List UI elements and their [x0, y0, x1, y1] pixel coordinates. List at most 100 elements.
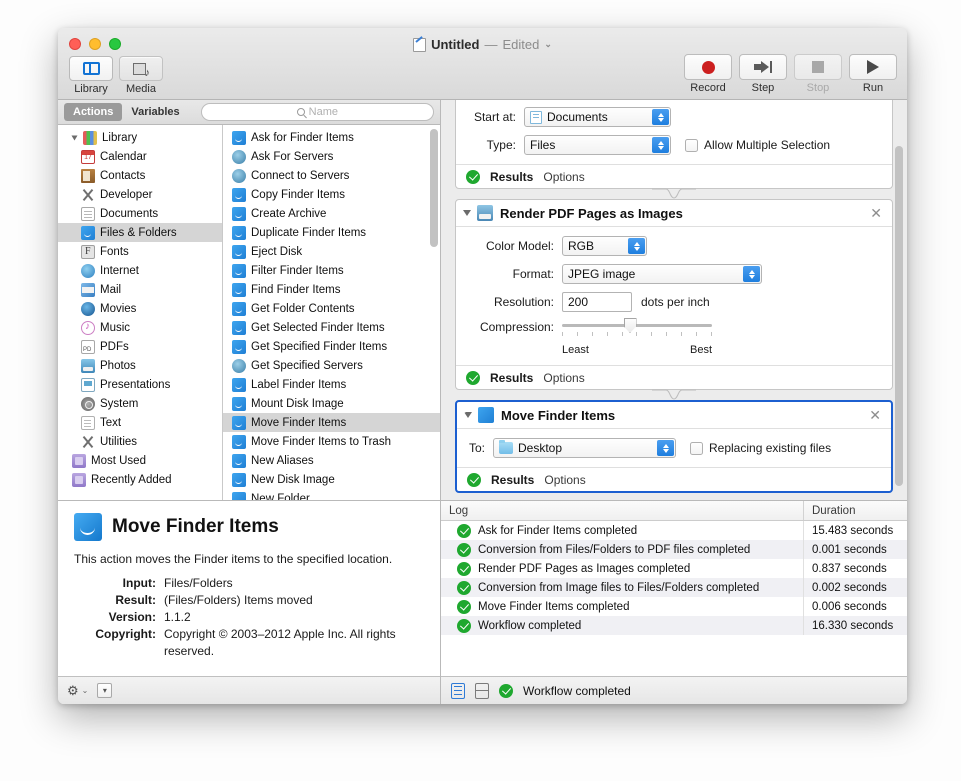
- results-disclosure[interactable]: Results: [490, 371, 533, 385]
- close-icon[interactable]: ✕: [870, 205, 884, 222]
- action-list-item[interactable]: Ask For Servers: [223, 147, 440, 166]
- action-list-item[interactable]: Get Selected Finder Items: [223, 318, 440, 337]
- options-disclosure[interactable]: Options: [544, 473, 585, 487]
- category-item-movies[interactable]: Movies: [58, 299, 222, 318]
- compression-slider[interactable]: [562, 318, 712, 336]
- log-row[interactable]: Render PDF Pages as Images completed 0.83…: [441, 559, 907, 578]
- workflow-scrollbar[interactable]: [895, 104, 903, 494]
- slider-knob[interactable]: [623, 318, 637, 333]
- action-list-item[interactable]: Mount Disk Image: [223, 394, 440, 413]
- step-button[interactable]: Step: [739, 54, 787, 94]
- action-list-item[interactable]: Filter Finder Items: [223, 261, 440, 280]
- close-icon[interactable]: ✕: [869, 407, 883, 424]
- category-item-contacts[interactable]: Contacts: [58, 166, 222, 185]
- actions-list[interactable]: Ask for Finder Items Ask For Servers Conne…: [223, 125, 440, 500]
- popup-button[interactable]: JPEG image: [562, 264, 762, 284]
- category-list[interactable]: Library Calendar Contacts Developer Document…: [58, 125, 223, 500]
- action-list-item[interactable]: Eject Disk: [223, 242, 440, 261]
- category-item-utilities[interactable]: Utilities: [58, 432, 222, 451]
- workflow-action-ask-for-finder-items[interactable]: Ask for Finder ItemsStart at:DocumentsTy…: [455, 100, 893, 189]
- action-list-item[interactable]: Get Specified Finder Items: [223, 337, 440, 356]
- popup-button[interactable]: RGB: [562, 236, 647, 256]
- action-list-item[interactable]: New Folder: [223, 489, 440, 500]
- action-list-item[interactable]: New Aliases: [223, 451, 440, 470]
- gear-icon[interactable]: ⚙: [67, 683, 79, 699]
- actions-list-scrollbar[interactable]: [430, 129, 438, 496]
- action-list-item[interactable]: Create Archive: [223, 204, 440, 223]
- category-item-text[interactable]: Text: [58, 413, 222, 432]
- action-list-item[interactable]: Connect to Servers: [223, 166, 440, 185]
- results-disclosure[interactable]: Results: [491, 473, 534, 487]
- action-list-item[interactable]: Get Folder Contents: [223, 299, 440, 318]
- action-list-item[interactable]: Copy Finder Items: [223, 185, 440, 204]
- category-item-presentations[interactable]: Presentations: [58, 375, 222, 394]
- title-chevron-down-icon[interactable]: ⌄: [544, 39, 552, 50]
- gear-chevron-down-icon[interactable]: ⌄: [82, 686, 89, 695]
- checkbox-group[interactable]: Replacing existing files: [690, 441, 831, 455]
- action-list-item[interactable]: Move Finder Items to Trash: [223, 432, 440, 451]
- search-input[interactable]: Name: [200, 103, 434, 121]
- disclosure-triangle-icon[interactable]: [71, 135, 78, 140]
- action-list-item[interactable]: Duplicate Finder Items: [223, 223, 440, 242]
- workflow-action-render-pdf-pages-as-images[interactable]: Render PDF Pages as Images ✕ Color Model: R…: [455, 199, 893, 390]
- options-disclosure[interactable]: Options: [543, 170, 584, 184]
- popup-arrows-icon[interactable]: [657, 440, 674, 456]
- action-list-item[interactable]: Get Specified Servers: [223, 356, 440, 375]
- popup-arrows-icon[interactable]: [652, 109, 669, 125]
- library-view-button[interactable]: Library: [69, 56, 113, 95]
- log-column-header-log[interactable]: Log: [441, 501, 804, 520]
- workflow-action-move-finder-items[interactable]: Move Finder Items ✕ To: Desktop Replacing ex…: [455, 400, 893, 493]
- popup-arrows-icon[interactable]: [652, 137, 669, 153]
- disclosure-triangle-icon[interactable]: [464, 412, 472, 418]
- resolution-input[interactable]: 200: [562, 292, 632, 312]
- disclosure-triangle-icon[interactable]: [463, 210, 471, 216]
- popup-button[interactable]: Desktop: [493, 438, 676, 458]
- category-item-files-folders[interactable]: Files & Folders: [58, 223, 222, 242]
- log-row[interactable]: Conversion from Image files to Files/Fol…: [441, 578, 907, 597]
- category-item-internet[interactable]: Internet: [58, 261, 222, 280]
- category-item-most-used[interactable]: Most Used: [58, 451, 222, 470]
- action-header[interactable]: Render PDF Pages as Images ✕: [456, 200, 892, 227]
- action-header[interactable]: Move Finder Items ✕: [457, 402, 891, 429]
- stop-button[interactable]: Stop: [794, 54, 842, 94]
- category-item-mail[interactable]: Mail: [58, 280, 222, 299]
- action-list-item[interactable]: Label Finder Items: [223, 375, 440, 394]
- options-disclosure[interactable]: Options: [543, 371, 584, 385]
- action-list-item[interactable]: Move Finder Items: [223, 413, 440, 432]
- action-list-item[interactable]: New Disk Image: [223, 470, 440, 489]
- category-item-system[interactable]: System: [58, 394, 222, 413]
- record-button[interactable]: Record: [684, 54, 732, 94]
- split-view-icon[interactable]: [475, 682, 489, 699]
- category-item-developer[interactable]: Developer: [58, 185, 222, 204]
- category-item-documents[interactable]: Documents: [58, 204, 222, 223]
- log-view-icon[interactable]: [451, 682, 465, 699]
- log-row[interactable]: Conversion from Files/Folders to PDF fil…: [441, 540, 907, 559]
- category-item-recently-added[interactable]: Recently Added: [58, 470, 222, 489]
- workflow-canvas[interactable]: Ask for Finder ItemsStart at:DocumentsTy…: [441, 100, 907, 500]
- checkbox-group[interactable]: Allow Multiple Selection: [685, 138, 830, 152]
- category-item-calendar[interactable]: Calendar: [58, 147, 222, 166]
- log-table-rows[interactable]: Ask for Finder Items completed 15.483 sec…: [441, 521, 907, 676]
- results-disclosure[interactable]: Results: [490, 170, 533, 184]
- category-item-pdfs[interactable]: PDFs: [58, 337, 222, 356]
- action-list-item[interactable]: Ask for Finder Items: [223, 128, 440, 147]
- category-item-photos[interactable]: Photos: [58, 356, 222, 375]
- category-item-library[interactable]: Library: [58, 128, 222, 147]
- run-button[interactable]: Run: [849, 54, 897, 94]
- log-row[interactable]: Ask for Finder Items completed 15.483 sec…: [441, 521, 907, 540]
- checkbox[interactable]: [685, 138, 698, 152]
- log-column-header-duration[interactable]: Duration: [804, 501, 907, 520]
- popup-arrows-icon[interactable]: [628, 238, 645, 254]
- popup-button[interactable]: Files: [524, 135, 671, 155]
- checkbox[interactable]: [690, 441, 703, 455]
- log-row[interactable]: Workflow completed 16.330 seconds: [441, 616, 907, 635]
- tab-actions[interactable]: Actions: [64, 103, 123, 121]
- popup-arrows-icon[interactable]: [743, 266, 760, 282]
- category-item-music[interactable]: Music: [58, 318, 222, 337]
- toggle-info-panel-button[interactable]: ▾: [97, 683, 113, 698]
- log-row[interactable]: Move Finder Items completed 0.006 seconds: [441, 597, 907, 616]
- category-item-fonts[interactable]: Fonts: [58, 242, 222, 261]
- media-view-button[interactable]: Media: [119, 56, 163, 95]
- tab-variables[interactable]: Variables: [122, 103, 188, 121]
- popup-button[interactable]: Documents: [524, 107, 671, 127]
